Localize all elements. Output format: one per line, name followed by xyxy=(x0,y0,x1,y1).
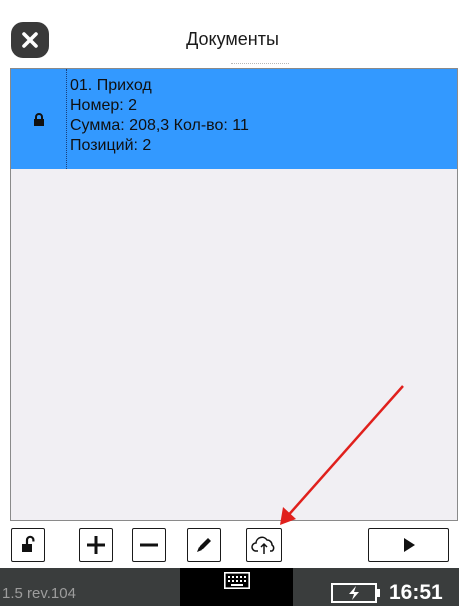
plus-icon xyxy=(87,536,105,554)
play-icon xyxy=(403,538,415,552)
toolbar xyxy=(0,522,459,568)
app-header: Документы xyxy=(0,0,459,66)
document-type: 01. Приход xyxy=(70,77,152,94)
upload-button[interactable] xyxy=(246,528,282,562)
edit-button[interactable] xyxy=(187,528,221,562)
page-title: Документы xyxy=(186,29,279,49)
cloud-upload-icon xyxy=(251,536,275,554)
pencil-icon xyxy=(197,538,211,552)
unlock-button[interactable] xyxy=(11,528,45,562)
minus-icon xyxy=(140,543,158,547)
close-button[interactable] xyxy=(11,22,49,58)
keyboard-icon xyxy=(223,572,250,589)
unlock-icon xyxy=(22,535,35,552)
close-icon xyxy=(22,32,38,48)
lock-cell xyxy=(11,69,67,169)
document-positions: Позиций: 2 xyxy=(70,137,152,154)
add-button[interactable] xyxy=(79,528,113,562)
document-sum-qty: Сумма: 208,3 Кол-во: 11 xyxy=(70,117,249,134)
version-label: 1.5 rev.104 xyxy=(2,585,76,602)
battery-status xyxy=(331,583,381,603)
status-bar: 1.5 rev.104 16:51 xyxy=(0,568,459,606)
play-button[interactable] xyxy=(368,528,449,562)
keyboard-button[interactable] xyxy=(180,568,293,606)
remove-button[interactable] xyxy=(132,528,166,562)
document-number: Номер: 2 xyxy=(70,97,138,114)
document-list[interactable]: 01. Приход Номер: 2 Сумма: 208,3 Кол-во:… xyxy=(10,68,458,521)
clock: 16:51 xyxy=(389,581,443,604)
document-row[interactable]: 01. Приход Номер: 2 Сумма: 208,3 Кол-во:… xyxy=(11,69,457,169)
lock-icon xyxy=(33,112,44,126)
document-details: 01. Приход Номер: 2 Сумма: 208,3 Кол-во:… xyxy=(70,76,249,156)
battery-charging-icon xyxy=(331,583,380,603)
header-divider xyxy=(231,63,289,66)
